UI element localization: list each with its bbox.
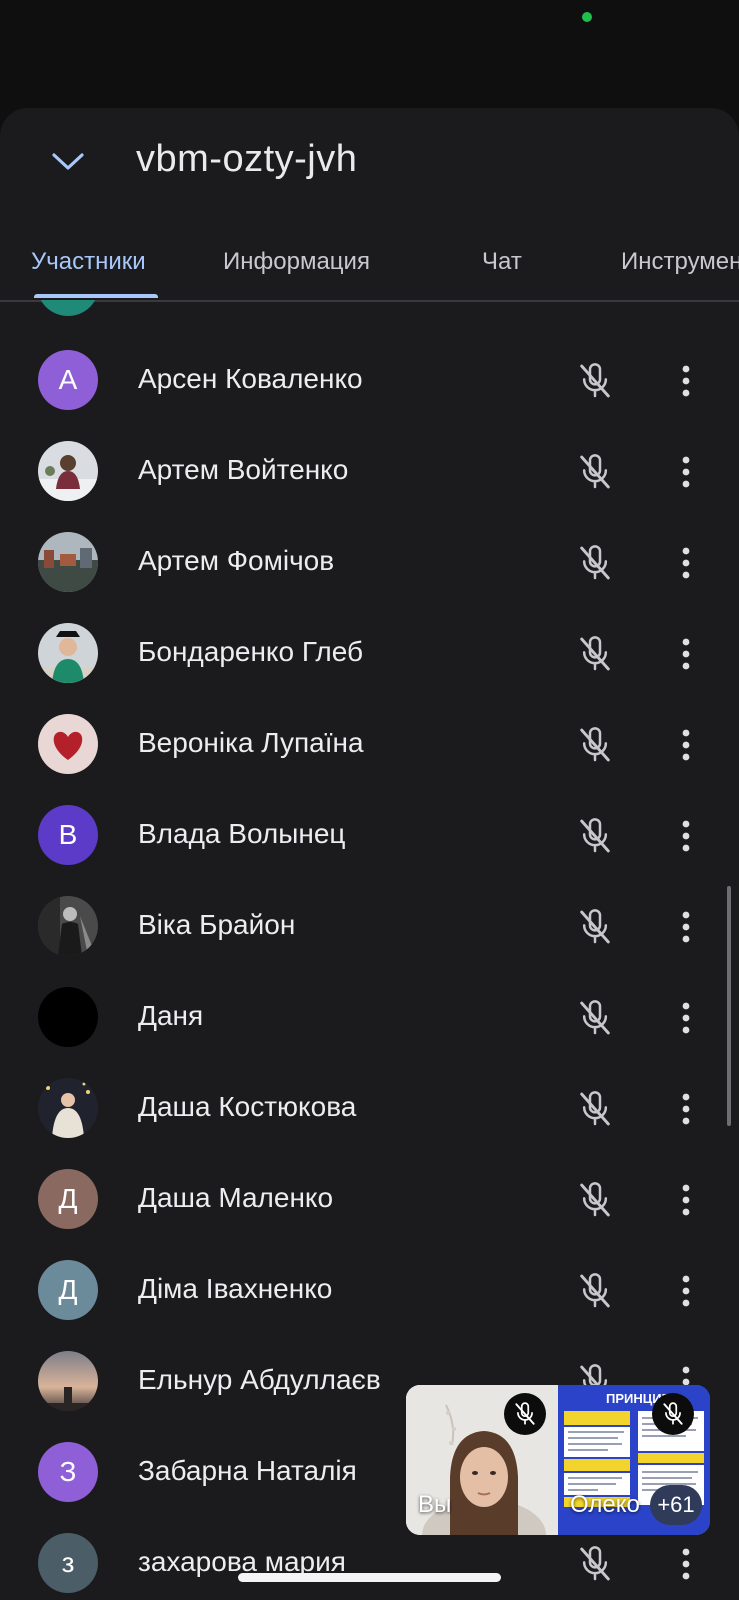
home-indicator[interactable] xyxy=(238,1573,501,1582)
self-label: Вы xyxy=(418,1491,452,1518)
participant-name: Діма Івахненко xyxy=(138,1273,333,1304)
participant-row[interactable]: Артем Войтенко xyxy=(0,426,739,517)
participant-name: Даня xyxy=(138,1000,204,1031)
mic-off-icon xyxy=(663,1402,683,1425)
tab-chat[interactable]: Чат xyxy=(482,226,522,298)
more-options-icon[interactable] xyxy=(668,907,704,947)
avatar xyxy=(38,1078,98,1138)
mic-off-icon xyxy=(515,1402,535,1425)
participant-name: Влада Волынец xyxy=(138,818,346,849)
more-options-icon[interactable] xyxy=(668,1089,704,1129)
mic-off-icon[interactable] xyxy=(575,1271,615,1311)
participant-row[interactable]: Артем Фомічов xyxy=(0,517,739,608)
more-options-icon[interactable] xyxy=(668,998,704,1038)
participant-name: Артем Фомічов xyxy=(138,545,335,576)
participant-name: Артем Войтенко xyxy=(138,454,349,485)
tab-participants[interactable]: Участники xyxy=(31,226,146,298)
avatar-initial: Д xyxy=(58,1183,78,1214)
avatar xyxy=(38,300,98,316)
mic-off-icon[interactable] xyxy=(575,1544,615,1584)
tab-bar: Участники Информация Чат Инструменты xyxy=(0,226,739,302)
participant-row[interactable]: Вероніка Лупаїна xyxy=(0,699,739,790)
more-options-icon[interactable] xyxy=(668,1271,704,1311)
sheet-header: vbm-ozty-jvh xyxy=(0,108,739,208)
participant-name: Віка Брайон xyxy=(138,909,296,940)
avatar xyxy=(38,532,98,592)
avatar xyxy=(38,714,98,774)
participant-name: Даша Маленко xyxy=(138,1182,334,1213)
avatar: Д xyxy=(38,1169,98,1229)
participant-name: Арсен Коваленко xyxy=(138,363,363,394)
avatar-initial: А xyxy=(58,364,78,395)
mic-off-icon[interactable] xyxy=(575,725,615,765)
more-options-icon[interactable] xyxy=(668,452,704,492)
mic-off-icon[interactable] xyxy=(575,361,615,401)
chevron-down-icon xyxy=(52,153,84,170)
scrollbar[interactable] xyxy=(727,886,731,1126)
participant-row[interactable]: Д Діма Івахненко xyxy=(0,1245,739,1336)
participant-row[interactable]: Віка Брайон xyxy=(0,881,739,972)
more-options-icon[interactable] xyxy=(668,543,704,583)
mic-off-icon[interactable] xyxy=(575,907,615,947)
avatar-initial: З xyxy=(59,1456,77,1487)
mic-off-icon[interactable] xyxy=(575,634,615,674)
more-options-icon[interactable] xyxy=(668,1180,704,1220)
self-mic-off-indicator xyxy=(504,1393,546,1435)
collapse-button[interactable] xyxy=(44,138,92,186)
participant-name: Даша Костюкова xyxy=(138,1091,357,1122)
status-indicator-dot xyxy=(582,12,592,22)
mic-off-icon[interactable] xyxy=(575,998,615,1038)
avatar xyxy=(38,896,98,956)
participant-name: Бондаренко Глеб xyxy=(138,636,364,667)
avatar-initial: Д xyxy=(58,1274,78,1305)
self-view-pip[interactable]: ПРИНЦИПИ Вы Олеко +61 xyxy=(406,1385,710,1535)
participant-row[interactable]: Бондаренко Глеб xyxy=(0,608,739,699)
avatar xyxy=(38,623,98,683)
participant-row[interactable]: А Арсен Коваленко xyxy=(0,335,739,426)
participant-row[interactable]: В Влада Волынец xyxy=(0,790,739,881)
more-options-icon[interactable] xyxy=(668,361,704,401)
participant-name: Вероніка Лупаїна xyxy=(138,727,364,758)
more-options-icon[interactable] xyxy=(668,634,704,674)
participant-name: Забарна Наталія xyxy=(138,1455,357,1486)
mic-off-icon[interactable] xyxy=(575,452,615,492)
presenter-mic-off-indicator xyxy=(652,1393,694,1435)
participant-name: Ельнур Абдуллаєв xyxy=(138,1364,381,1395)
mic-off-icon[interactable] xyxy=(575,816,615,856)
more-participants-badge[interactable]: +61 xyxy=(650,1485,702,1525)
avatar: Д xyxy=(38,1260,98,1320)
presenter-label: Олеко xyxy=(570,1491,640,1518)
avatar: В xyxy=(38,805,98,865)
avatar: З xyxy=(38,1442,98,1502)
participant-row[interactable]: Даша Костюкова xyxy=(0,1063,739,1154)
avatar-initial: з xyxy=(61,1547,75,1578)
more-options-icon[interactable] xyxy=(668,1544,704,1584)
meeting-code-title: vbm-ozty-jvh xyxy=(136,138,358,180)
mic-off-icon[interactable] xyxy=(575,543,615,583)
participant-row[interactable]: Даня xyxy=(0,972,739,1063)
active-tab-indicator xyxy=(34,294,158,298)
participants-sheet: vbm-ozty-jvh Участники Информация Чат Ин… xyxy=(0,108,739,1600)
avatar-initial: В xyxy=(58,819,78,850)
avatar xyxy=(38,441,98,501)
more-options-icon[interactable] xyxy=(668,816,704,856)
tab-tools[interactable]: Инструменты xyxy=(621,226,739,298)
avatar xyxy=(38,1351,98,1411)
tab-information[interactable]: Информация xyxy=(223,226,370,298)
mic-off-icon[interactable] xyxy=(575,1089,615,1129)
mic-off-icon[interactable] xyxy=(575,1180,615,1220)
participant-row[interactable]: Д Даша Маленко xyxy=(0,1154,739,1245)
avatar xyxy=(38,987,98,1047)
more-options-icon[interactable] xyxy=(668,725,704,765)
avatar: з xyxy=(38,1533,98,1593)
avatar: А xyxy=(38,350,98,410)
